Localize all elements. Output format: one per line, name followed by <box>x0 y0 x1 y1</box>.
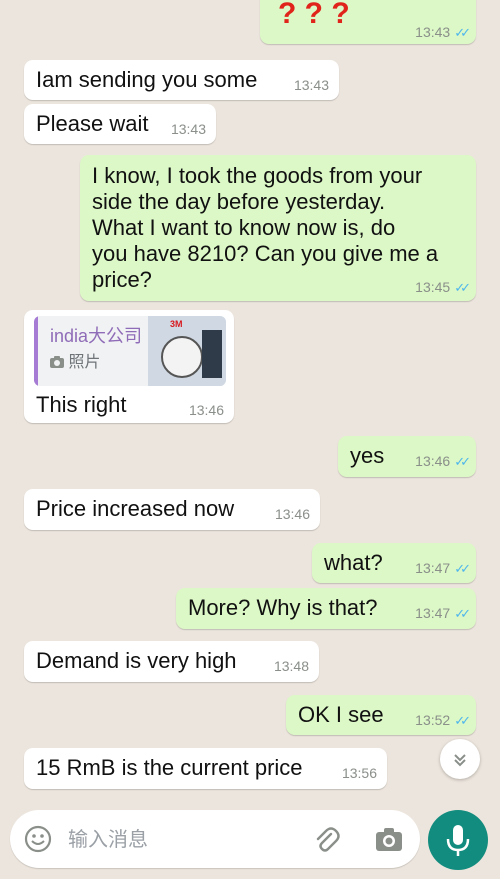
message-meta: 13:47 ✓✓ <box>415 560 471 576</box>
message-bubble-outgoing[interactable]: I know, I took the goods from your side … <box>80 155 476 301</box>
message-bubble-outgoing[interactable]: OK I see 13:52 ✓✓ <box>286 695 476 735</box>
message-bubble-incoming[interactable]: Iam sending you some 13:43 <box>24 60 339 100</box>
message-text: Price increased now <box>36 496 235 521</box>
message-bubble-incoming[interactable]: Please wait 13:43 <box>24 104 216 144</box>
attach-button[interactable] <box>312 824 340 854</box>
message-meta: 13:52 ✓✓ <box>415 712 471 728</box>
message-bubble-incoming[interactable]: india大公司 照片 3M This right 13:46 <box>24 310 234 423</box>
message-input-bar <box>10 810 420 868</box>
message-time: 13:47 <box>415 605 451 621</box>
message-bubble-incoming[interactable]: 15 RmB is the current price 13:56 <box>24 748 387 789</box>
message-text: Iam sending you some <box>36 67 258 92</box>
camera-button[interactable] <box>374 825 404 853</box>
message-bubble-outgoing[interactable]: what? 13:47 ✓✓ <box>312 543 476 583</box>
message-text: More? Why is that? <box>188 595 378 620</box>
quote-type: 照片 <box>50 354 100 373</box>
double-check-icon: ✓✓ <box>454 713 471 728</box>
message-time: 13:45 <box>415 279 451 295</box>
message-input[interactable] <box>66 820 302 860</box>
message-time: 13:46 <box>415 453 451 469</box>
camera-icon <box>50 356 64 368</box>
message-time: 13:47 <box>415 560 451 576</box>
camera-icon <box>376 828 402 851</box>
message-time: 13:46 <box>274 506 310 522</box>
message-time: 13:52 <box>415 712 451 728</box>
message-bubble-outgoing[interactable]: ? ? ? 13:43 ✓✓ <box>260 0 476 44</box>
message-meta: 13:47 ✓✓ <box>415 605 471 621</box>
quote-accent-bar <box>34 316 38 386</box>
quote-type-label: 照片 <box>68 354 101 371</box>
thumbnail-logo: 3M <box>170 319 183 329</box>
scroll-down-button[interactable] <box>440 739 480 779</box>
microphone-button[interactable] <box>428 810 488 870</box>
microphone-icon <box>446 825 470 856</box>
message-time: 13:43 <box>293 77 329 93</box>
quoted-message[interactable]: india大公司 照片 3M <box>34 316 226 386</box>
message-bubble-incoming[interactable]: Demand is very high 13:48 <box>24 641 319 682</box>
message-text: Demand is very high <box>36 648 237 673</box>
message-meta: 13:45 ✓✓ <box>415 279 471 295</box>
message-text: This right <box>36 392 127 417</box>
double-check-icon: ✓✓ <box>454 454 471 469</box>
quote-thumbnail-image: 3M <box>148 316 226 386</box>
chat-area[interactable]: ? ? ? 13:43 ✓✓ Iam sending you some 13:43… <box>0 0 500 800</box>
message-time: 13:48 <box>273 658 309 674</box>
paperclip-icon <box>316 827 340 852</box>
message-text: yes <box>350 443 385 468</box>
double-check-icon: ✓✓ <box>454 25 471 40</box>
message-time: 13:43 <box>415 24 451 40</box>
message-text: ? ? ? <box>278 0 350 30</box>
message-text: 15 RmB is the current price <box>36 755 303 780</box>
message-time: 13:46 <box>188 402 224 418</box>
double-check-icon: ✓✓ <box>454 280 471 295</box>
emoji-icon <box>24 825 52 853</box>
double-check-icon: ✓✓ <box>454 561 471 576</box>
message-text: Please wait <box>36 111 149 136</box>
quote-author: india大公司 <box>50 326 143 346</box>
message-meta: 13:43 ✓✓ <box>415 24 471 40</box>
emoji-button[interactable] <box>24 825 52 853</box>
message-bubble-outgoing[interactable]: yes 13:46 ✓✓ <box>338 436 476 477</box>
double-chevron-down-icon <box>454 754 466 767</box>
message-text: what? <box>324 550 383 575</box>
message-text: I know, I took the goods from your side … <box>92 163 439 292</box>
double-check-icon: ✓✓ <box>454 606 471 621</box>
message-time: 13:43 <box>170 121 206 137</box>
message-meta: 13:46 ✓✓ <box>415 453 471 469</box>
message-bubble-outgoing[interactable]: More? Why is that? 13:47 ✓✓ <box>176 588 476 629</box>
message-bubble-incoming[interactable]: Price increased now 13:46 <box>24 489 320 530</box>
message-time: 13:56 <box>341 765 377 781</box>
message-text: OK I see <box>298 702 384 727</box>
